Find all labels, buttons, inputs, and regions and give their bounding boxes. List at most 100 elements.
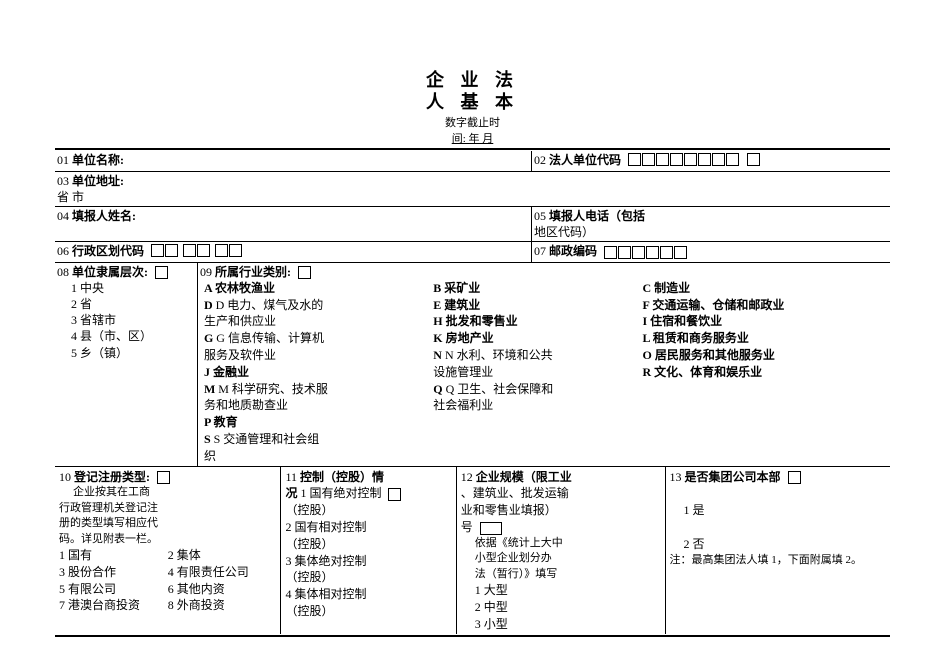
f10-label: 登记注册类型:: [74, 470, 150, 484]
f13-o-0: 1 是: [670, 502, 886, 519]
f06-num: 06: [57, 244, 69, 258]
f09-a-7: 务和地质勘查业: [204, 397, 425, 414]
f10-la-1: 行政管理机关登记注: [59, 501, 276, 516]
f13-note: 注：最高集团法人填 1，下面附属填 2。: [670, 553, 886, 568]
f12-l-4: 小型企业划分办: [461, 551, 661, 566]
f12-l-0: 、建筑业、批发运输: [461, 485, 661, 502]
f05-num: 05: [534, 209, 546, 223]
f09-c-3: L 租赁和商务服务业: [643, 330, 884, 347]
f10-box[interactable]: [157, 471, 170, 484]
f07-boxes[interactable]: [604, 246, 687, 259]
f09-col-a: A 农林牧渔业 D D 电力、煤气及水的 生产和供应业 G G 信息传输、计算机…: [200, 280, 429, 465]
f09-b-7: 社会福利业: [433, 397, 634, 414]
field-08: 08 单位隶属层次: 1 中央 2 省 3 省辖市 4 县（市、区） 5 乡（镇…: [55, 263, 197, 466]
field-07: 07 邮政编码: [531, 242, 890, 261]
f09-num: 09: [200, 265, 212, 279]
f08-opt-3: 4 县（市、区）: [57, 328, 195, 344]
f13-num: 13: [670, 470, 682, 484]
title-block: 企 业 法 人 基 本 数字截止时 间: 年 月: [55, 70, 890, 146]
f10-opts-row: 1 国有 3 股份合作 5 有限公司 7 港澳台商投资 2 集体 4 有限责任公…: [59, 547, 276, 614]
f05-line2: 地区代码）: [534, 225, 594, 239]
f11-o-3: （控股）: [285, 536, 451, 553]
f03-num: 03: [57, 174, 69, 188]
f07-label: 邮政编码: [549, 244, 597, 258]
f04-num: 04: [57, 209, 69, 223]
f09-box[interactable]: [298, 266, 311, 279]
f12-label: 企业规模（限工业: [476, 470, 572, 484]
field-13: 13 是否集团公司本部 1 是 2 否 注：最高集团法人填 1，下面附属填 2。: [665, 467, 890, 635]
field-02: 02 法人单位代码: [531, 151, 890, 170]
f11-label: 控制（控股）情: [300, 470, 384, 484]
row-10-13: 10 登记注册类型: 企业按其在工商 行政管理机关登记注 册的类型填写相应代 码…: [55, 466, 890, 635]
f08-opt-4: 5 乡（镇）: [57, 345, 195, 361]
f01-label: 单位名称:: [72, 153, 124, 167]
f06-label: 行政区划代码: [72, 244, 144, 258]
f09-b-4: N N 水利、环境和公共: [433, 347, 634, 364]
f04-label: 填报人姓名:: [72, 209, 136, 223]
f09-a-5: J 金融业: [204, 364, 425, 381]
f09-b-5: 设施管理业: [433, 364, 634, 381]
f09-b-1: E 建筑业: [433, 297, 634, 314]
f10-la-0: 企业按其在工商: [59, 485, 276, 500]
f09-c-0: C 制造业: [643, 280, 884, 297]
f12-l-3: 依据《统计上大中: [461, 536, 661, 551]
f03-line2: 省 市: [57, 190, 84, 204]
f13-label: 是否集团公司本部: [685, 470, 781, 484]
f08-label: 单位隶属层次:: [72, 265, 148, 279]
field-11: 11 控制（控股）情 况 1 国有绝对控制 （控股） 2 国有相对控制 （控股）…: [280, 467, 455, 635]
f10-num: 10: [59, 470, 71, 484]
f12-box[interactable]: [480, 522, 502, 535]
f12-l-1: 业和零售业填报）: [461, 502, 661, 519]
f11-o-1: （控股）: [285, 502, 451, 519]
f09-b-0: B 采矿业: [433, 280, 634, 297]
row-06-07: 06 行政区划代码 07 邮政编码: [55, 242, 890, 261]
f11-o-5: （控股）: [285, 569, 451, 586]
f10-r-1: 4 有限责任公司: [168, 564, 277, 581]
subtitle-1: 数字截止时: [55, 114, 890, 130]
f09-a-1: D D 电力、煤气及水的: [204, 297, 425, 314]
f10-la-2: 册的类型填写相应代: [59, 516, 276, 531]
f09-label: 所属行业类别:: [215, 265, 291, 279]
f12-o-1: 2 中型: [461, 599, 661, 616]
f08-opt-2: 3 省辖市: [57, 312, 195, 328]
f01-num: 01: [57, 153, 69, 167]
f12-o-0: 1 大型: [461, 582, 661, 599]
f09-b-3: K 房地产业: [433, 330, 634, 347]
field-12: 12 企业规模（限工业 、建筑业、批发运输 业和零售业填报） 号 依据《统计上大…: [456, 467, 665, 635]
field-10: 10 登记注册类型: 企业按其在工商 行政管理机关登记注 册的类型填写相应代 码…: [55, 467, 280, 635]
f06-boxes[interactable]: [151, 244, 242, 260]
f09-b-6: Q Q 卫生、社会保障和: [433, 381, 634, 398]
f02-label: 法人单位代码: [549, 153, 621, 167]
f09-c-5: R 文化、体育和娱乐业: [643, 364, 884, 381]
rule-top: [55, 148, 890, 150]
f02-num: 02: [534, 153, 546, 167]
f02-boxes[interactable]: [628, 153, 760, 169]
row-01-02: 01 单位名称: 02 法人单位代码: [55, 151, 890, 170]
f11-o-2: 2 国有相对控制: [285, 519, 451, 536]
f11-o-6: 4 集体相对控制: [285, 586, 451, 603]
field-05: 05 填报人电话（包括 地区代码）: [531, 207, 890, 241]
f11-num: 11: [285, 470, 297, 484]
subtitle-2: 间: 年 月: [55, 130, 890, 146]
f09-b-2: H 批发和零售业: [433, 313, 634, 330]
rule-bottom: [55, 635, 890, 637]
f09-a-6: M M 科学研究、技术服: [204, 381, 425, 398]
f12-l-5: 法（暂行）》填写: [461, 567, 661, 582]
f10-r-0: 2 集体: [168, 547, 277, 564]
field-01: 01 单位名称:: [55, 151, 531, 170]
f08-box[interactable]: [155, 266, 168, 279]
f05-label: 填报人电话（包括: [549, 209, 645, 223]
f12-o-2: 3 小型: [461, 616, 661, 633]
row-03: 03 单位地址: 省 市: [55, 172, 890, 206]
f12-l-2: 号: [461, 519, 661, 536]
f13-box[interactable]: [788, 471, 801, 484]
f12-num: 12: [461, 470, 473, 484]
f08-opt-0: 1 中央: [57, 280, 195, 296]
f09-a-8: P 教育: [204, 414, 425, 431]
f10-l-3: 7 港澳台商投资: [59, 597, 168, 614]
f11-o-7: （控股）: [285, 603, 451, 620]
main-title-2: 人 基 本: [55, 92, 890, 114]
f11-box[interactable]: [388, 488, 401, 501]
f10-r-2: 6 其他内资: [168, 581, 277, 598]
f09-col-b: B 采矿业 E 建筑业 H 批发和零售业 K 房地产业 N N 水利、环境和公共…: [429, 280, 638, 465]
